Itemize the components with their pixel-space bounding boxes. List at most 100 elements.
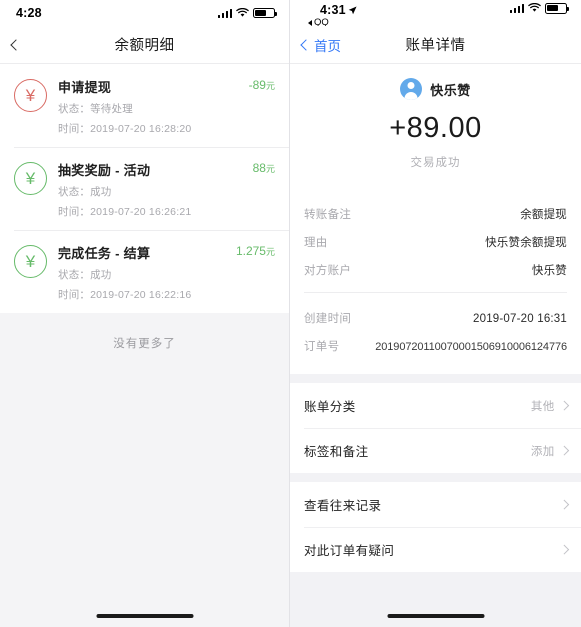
bill-category-row[interactable]: 账单分类 其他 [304,383,569,428]
tags-and-notes-row[interactable]: 标签和备注 添加 [304,428,581,473]
location-arrow-icon [348,5,357,14]
transaction-status: 状态：等待处理 [58,103,133,115]
home-indicator [96,614,193,618]
transaction-info: 抽奖奖励 - 活动 状态：成功 时间：2019-07-20 16:26:21 [47,160,253,219]
yuan-coin-icon: ¥ [14,79,47,112]
action-label: 标签和备注 [304,445,369,459]
detail-value: 2019-07-20 16:31 [473,313,567,325]
back-to-home-button[interactable]: 首页 [300,35,341,55]
detail-row: 订单号 20190720110070001506910006124776 [304,332,567,360]
table-row[interactable]: ¥ 抽奖奖励 - 活动 状态：成功 时间：2019-07-20 16:26:21… [0,147,289,230]
action-right-group: 其他 [530,398,569,414]
signal-bars-icon [509,3,524,13]
counterparty-name: 快乐赞 [430,82,471,98]
transaction-time: 时间：2019-07-20 16:22:16 [58,289,192,301]
user-avatar-icon [400,78,423,100]
chevron-left-icon [10,38,22,51]
transaction-title: 完成任务 - 结算 [58,246,151,261]
detail-key: 对方账户 [304,265,352,277]
bill-detail-screen: 4:31 QQ 首页 账单详情 快乐赞 +89.00 交易成功 转账备注 余额提… [290,0,581,627]
order-number-value: 20190720110070001506910006124776 [375,341,567,353]
status-badge: 交易成功 [410,157,461,169]
chevron-right-icon [559,400,569,411]
view-records-row[interactable]: 查看往来记录 [304,482,569,527]
status-bar-left-group: 4:28 [16,6,42,20]
detail-row: 理由 快乐赞余额提现 [304,228,567,256]
page-title: 余额明细 [114,38,175,54]
status-time: 4:28 [16,6,42,20]
status-bar-right-group [509,3,569,14]
chevron-right-icon [559,544,569,555]
action-label: 对此订单有疑问 [304,544,395,558]
transaction-amount: -89元 [249,77,275,92]
transaction-status: 状态：成功 [58,269,112,281]
table-row[interactable]: ¥ 申请提现 状态：等待处理 时间：2019-07-20 16:28:20 -8… [0,64,289,147]
amount-unit: 元 [265,81,275,91]
detail-key: 订单号 [304,341,340,353]
action-right-group [559,544,569,555]
order-question-row[interactable]: 对此订单有疑问 [304,527,581,572]
section-divider [290,374,581,383]
amount-unit: 元 [265,164,275,174]
balance-detail-screen: 4:28 余额明细 ¥ 申请提现 状态：等待处理 时间：2019-07-20 1… [0,0,290,627]
battery-icon [545,3,569,14]
action-value: 添加 [530,445,555,458]
triangle-left-icon [308,19,312,26]
chevron-right-icon [559,445,569,456]
detail-key: 转账备注 [304,209,352,221]
details-group-primary: 转账备注 余额提现 理由 快乐赞余额提现 对方账户 快乐赞 [304,194,567,292]
detail-key: 理由 [304,237,328,249]
navigation-bar-left: 余额明细 [0,26,289,64]
transaction-amount: +89.00 [389,112,482,144]
detail-value: 快乐赞余额提现 [485,237,567,249]
status-bar-left-group: 4:31 QQ [306,3,357,28]
transaction-amount: 1.275元 [236,243,275,258]
status-bar-left: 4:28 [0,0,289,26]
chevron-left-icon [300,38,312,51]
yuan-coin-icon: ¥ [14,245,47,278]
status-time: 4:31 [320,3,346,17]
action-label: 查看往来记录 [304,499,382,513]
yuan-coin-icon: ¥ [14,162,47,195]
action-label: 账单分类 [304,400,356,414]
home-indicator [387,614,484,618]
action-right-group [559,499,569,510]
detail-row: 转账备注 余额提现 [304,200,567,228]
wifi-icon [236,8,249,17]
no-more-label: 没有更多了 [113,338,176,350]
transaction-details: 转账备注 余额提现 理由 快乐赞余额提现 对方账户 快乐赞 创建时间 2019-… [290,190,581,374]
transaction-title: 抽奖奖励 - 活动 [58,163,151,178]
transaction-status: 状态：成功 [58,186,112,198]
transaction-summary: 快乐赞 +89.00 交易成功 [290,64,581,190]
bill-links-group: 查看往来记录 对此订单有疑问 [290,482,581,572]
transaction-info: 申请提现 状态：等待处理 时间：2019-07-20 16:28:20 [47,77,249,136]
counterparty: 快乐赞 [290,78,581,100]
back-button[interactable] [10,38,22,51]
action-value: 其他 [530,400,555,413]
status-time-row: 4:31 [306,3,357,17]
section-divider [290,473,581,482]
amount-unit: 元 [265,247,275,257]
detail-value: 快乐赞 [531,265,567,277]
transaction-title: 申请提现 [58,80,112,95]
transaction-time: 时间：2019-07-20 16:28:20 [58,123,192,135]
detail-value: 余额提现 [520,209,567,221]
page-title: 账单详情 [405,38,466,54]
status-bar-right-group [217,7,277,19]
battery-icon [253,7,277,19]
back-label: 首页 [314,38,341,54]
chevron-right-icon [559,499,569,510]
amount-value: -89 [248,78,266,92]
navigation-bar-right: 首页 账单详情 [290,26,581,64]
transaction-amount: 88元 [253,160,275,175]
details-group-secondary: 创建时间 2019-07-20 16:31 订单号 20190720110070… [304,292,567,368]
signal-bars-icon [217,8,232,18]
detail-row: 对方账户 快乐赞 [304,256,567,284]
transaction-info: 完成任务 - 结算 状态：成功 时间：2019-07-20 16:22:16 [47,243,236,302]
wifi-icon [528,3,541,12]
table-row[interactable]: ¥ 完成任务 - 结算 状态：成功 时间：2019-07-20 16:22:16… [0,230,289,313]
action-right-group: 添加 [530,443,569,459]
status-bar-right: 4:31 QQ [290,0,581,28]
amount-value: 88 [252,161,266,175]
transaction-list: ¥ 申请提现 状态：等待处理 时间：2019-07-20 16:28:20 -8… [0,64,289,313]
